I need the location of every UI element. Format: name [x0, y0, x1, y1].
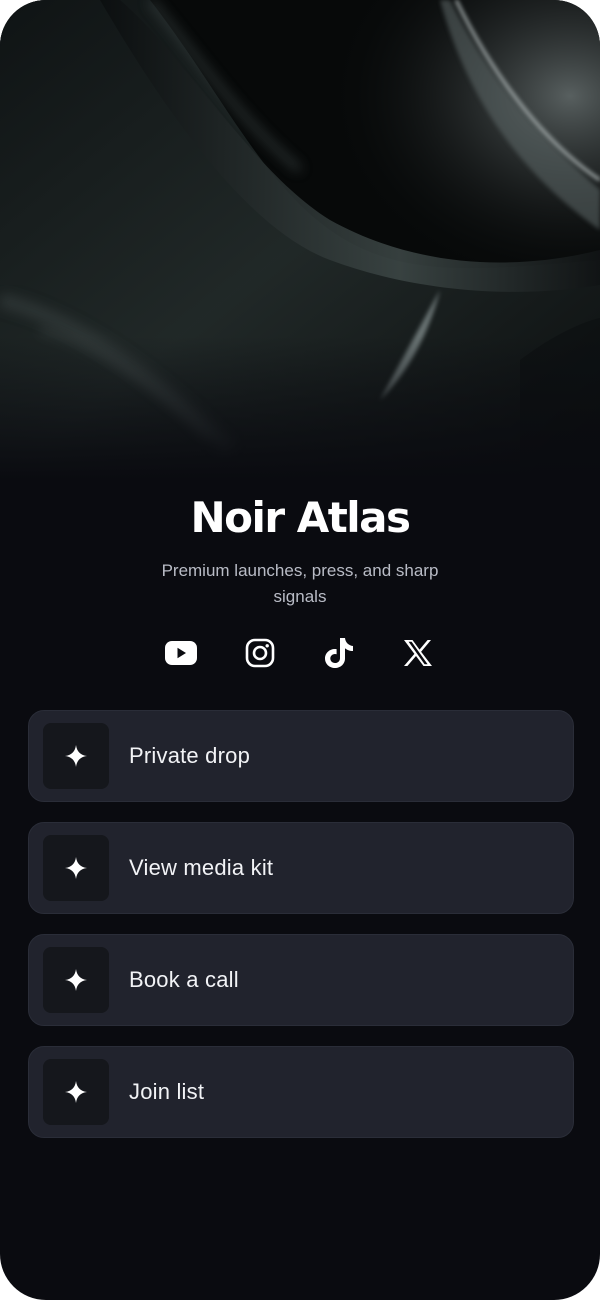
link-view-media-kit[interactable]: View media kit [28, 822, 574, 914]
link-label: Book a call [129, 967, 239, 992]
tiktok-icon[interactable] [315, 628, 363, 678]
instagram-icon[interactable] [236, 628, 284, 678]
x-icon[interactable] [394, 628, 442, 678]
link-label: Join list [129, 1079, 205, 1104]
profile-tagline: Premium launches, press, and sharp signa… [161, 561, 439, 606]
link-icon-box [43, 835, 109, 901]
link-icon-box [43, 723, 109, 789]
sparkle-icon [65, 969, 87, 991]
link-join-list[interactable]: Join list [28, 1046, 574, 1138]
social-icons-row [0, 628, 600, 678]
profile-name: Noir Atlas [190, 493, 411, 542]
link-label: View media kit [129, 855, 274, 880]
link-icon-box [43, 947, 109, 1013]
link-private-drop[interactable]: Private drop [28, 710, 574, 802]
hero-cover-image [0, 0, 600, 480]
link-icon-box [43, 1059, 109, 1125]
youtube-icon[interactable] [157, 628, 205, 678]
link-list: Private drop View media kit Book a call [28, 710, 574, 1158]
link-book-a-call[interactable]: Book a call [28, 934, 574, 1026]
profile-content: Noir Atlas Premium launches, press, and … [0, 488, 600, 1138]
sparkle-icon [65, 1081, 87, 1103]
sparkle-icon [65, 857, 87, 879]
link-label: Private drop [129, 743, 251, 768]
profile-page: Noir Atlas Premium launches, press, and … [0, 0, 600, 1300]
sparkle-icon [65, 745, 87, 767]
